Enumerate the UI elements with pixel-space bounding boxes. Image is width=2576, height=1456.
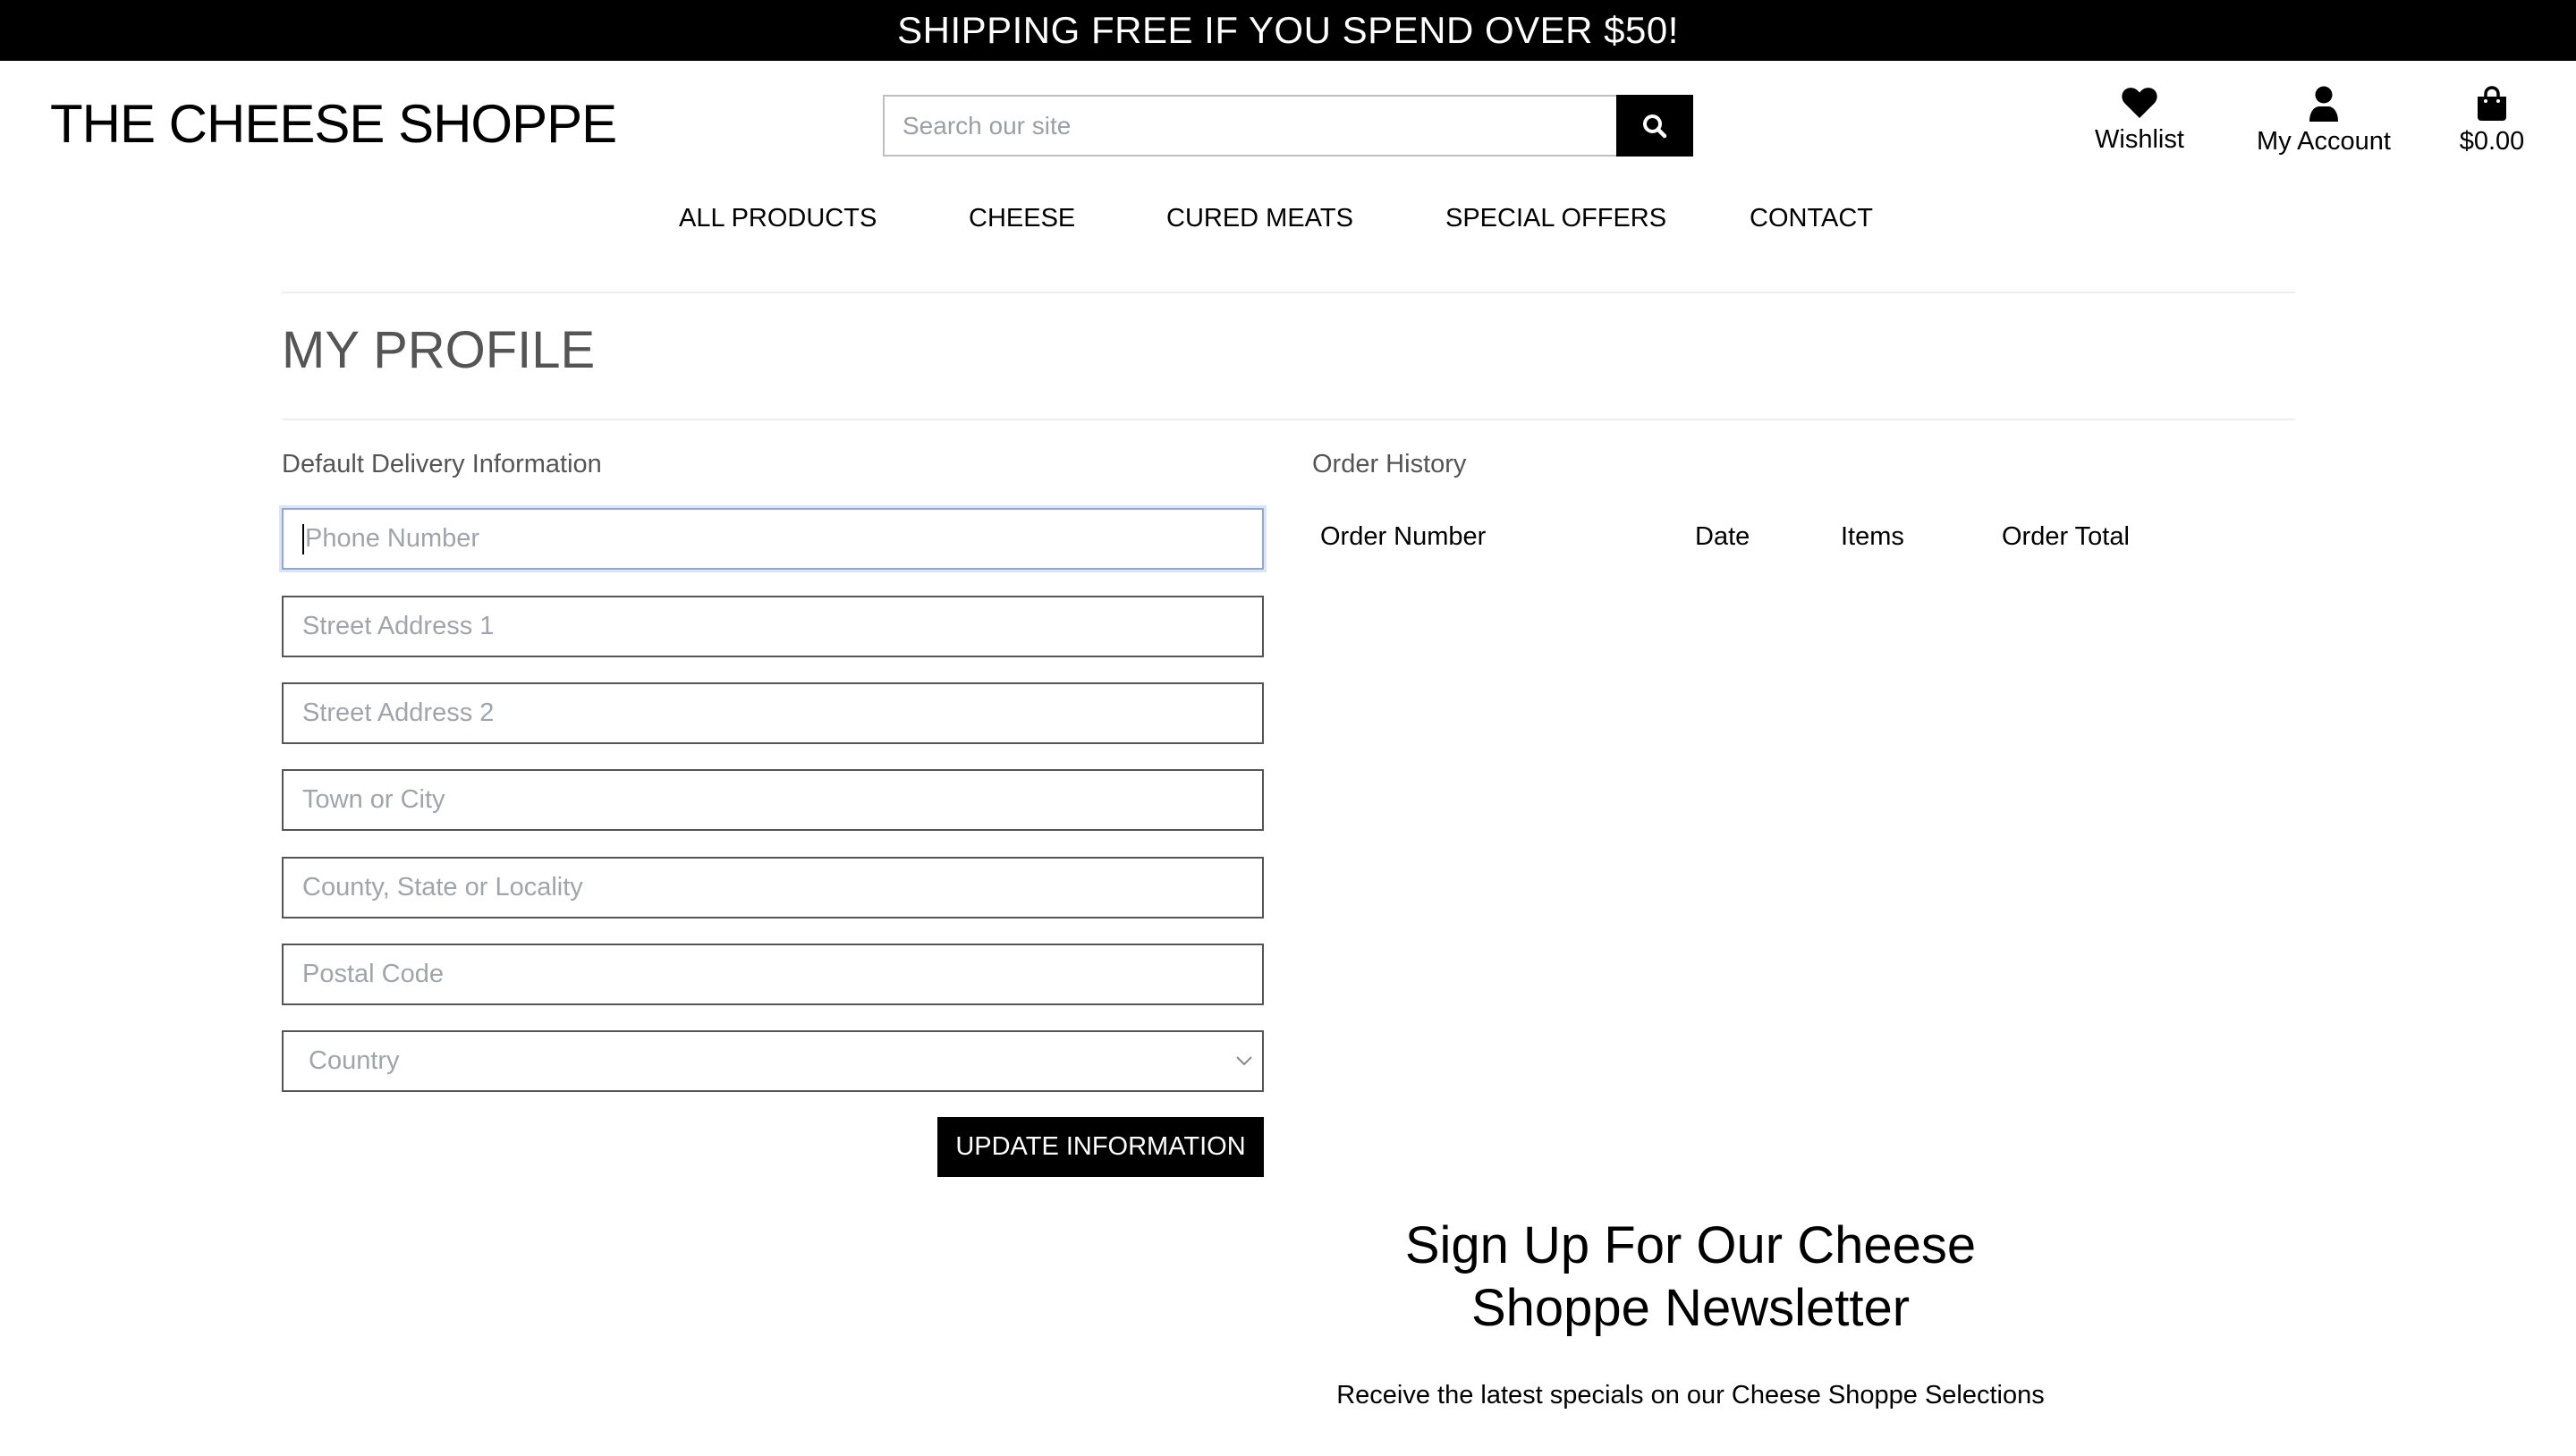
nav-item-cured-meats[interactable]: CURED MEATS bbox=[1166, 204, 1353, 233]
street-address-2-placeholder: Street Address 2 bbox=[302, 698, 495, 727]
my-account-label: My Account bbox=[2257, 127, 2391, 156]
nav-item-contact[interactable]: CONTACT bbox=[1750, 204, 1873, 233]
order-total-column-header: Order Total bbox=[2002, 522, 2130, 551]
nav-item-special-offers[interactable]: SPECIAL OFFERS bbox=[1445, 204, 1666, 233]
search-bar bbox=[883, 95, 1693, 157]
promo-bar: SHIPPING FREE IF YOU SPEND OVER $50! bbox=[0, 0, 2576, 61]
search-button[interactable] bbox=[1616, 95, 1693, 157]
nav-item-all-products[interactable]: ALL PRODUCTS bbox=[679, 204, 877, 233]
items-column-header: Items bbox=[1841, 522, 1904, 551]
update-information-button[interactable]: UPDATE INFORMATION bbox=[937, 1117, 1264, 1177]
order-number-column-header: Order Number bbox=[1320, 522, 1487, 551]
user-icon bbox=[2309, 86, 2338, 122]
country-placeholder: Country bbox=[309, 1046, 400, 1075]
main-nav: ALL PRODUCTS CHEESE CURED MEATS SPECIAL … bbox=[0, 204, 2576, 240]
brand-logo[interactable]: THE CHEESE SHOPPE bbox=[50, 93, 617, 155]
street-address-1-field[interactable]: Street Address 1 bbox=[282, 596, 1264, 657]
order-history-heading: Order History bbox=[1312, 450, 1467, 478]
divider bbox=[282, 419, 2295, 420]
newsletter-title: Sign Up For Our Cheese Shoppe Newsletter bbox=[1261, 1215, 2120, 1340]
newsletter-subtitle: Receive the latest specials on our Chees… bbox=[1336, 1381, 2045, 1409]
wishlist-label: Wishlist bbox=[2095, 125, 2184, 154]
wishlist-link[interactable]: Wishlist bbox=[2089, 86, 2190, 155]
date-column-header: Date bbox=[1695, 522, 1750, 551]
divider bbox=[282, 292, 2295, 293]
county-field[interactable]: County, State or Locality bbox=[282, 857, 1264, 918]
postal-code-placeholder: Postal Code bbox=[302, 960, 444, 988]
newsletter-title-line-2: Shoppe Newsletter bbox=[1470, 1279, 1911, 1337]
promo-text: SHIPPING FREE IF YOU SPEND OVER $50! bbox=[897, 9, 1679, 51]
newsletter-title-line-1: Sign Up For Our Cheese bbox=[1404, 1216, 1977, 1274]
my-account-link[interactable]: My Account bbox=[2252, 86, 2395, 157]
street-address-1-placeholder: Street Address 1 bbox=[302, 612, 495, 640]
chevron-down-icon bbox=[1236, 1056, 1252, 1066]
text-caret bbox=[302, 523, 304, 554]
town-or-city-field[interactable]: Town or City bbox=[282, 769, 1264, 831]
country-select[interactable]: Country bbox=[282, 1030, 1264, 1092]
phone-number-field[interactable]: Phone Number bbox=[282, 508, 1264, 570]
cart-link[interactable]: $0.00 bbox=[2456, 86, 2528, 157]
postal-code-field[interactable]: Postal Code bbox=[282, 944, 1264, 1005]
page-title: MY PROFILE bbox=[282, 321, 596, 379]
nav-item-cheese[interactable]: CHEESE bbox=[969, 204, 1075, 233]
search-icon bbox=[1643, 114, 1667, 138]
delivery-info-heading: Default Delivery Information bbox=[282, 450, 602, 478]
search-input[interactable] bbox=[883, 95, 1616, 157]
heart-icon bbox=[2122, 88, 2157, 118]
phone-number-placeholder: Phone Number bbox=[305, 524, 480, 553]
county-placeholder: County, State or Locality bbox=[302, 873, 583, 902]
shopping-bag-icon bbox=[2478, 86, 2506, 121]
town-or-city-placeholder: Town or City bbox=[302, 785, 445, 814]
cart-total: $0.00 bbox=[2459, 127, 2525, 156]
street-address-2-field[interactable]: Street Address 2 bbox=[282, 682, 1264, 744]
